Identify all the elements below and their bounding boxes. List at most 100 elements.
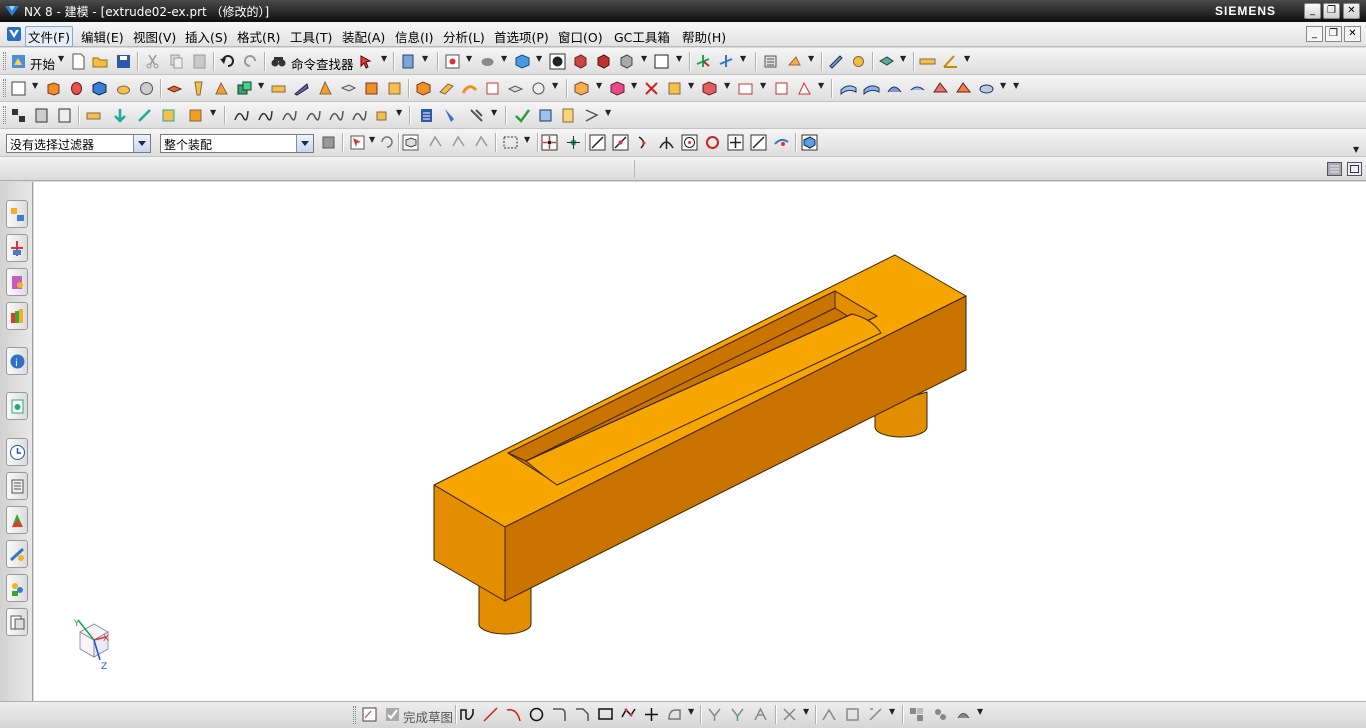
touch-mode-icon[interactable] <box>400 53 417 70</box>
report-icon[interactable] <box>560 107 577 124</box>
snap-settings-icon[interactable] <box>565 134 582 151</box>
menu-help[interactable]: 帮助(H) <box>679 26 729 47</box>
wcs-icon[interactable] <box>695 53 712 70</box>
revolve-icon[interactable] <box>68 80 85 97</box>
curve-icon-6[interactable] <box>351 107 368 124</box>
close-button[interactable]: ✕ <box>1343 3 1360 19</box>
hole-icon[interactable] <box>190 80 207 97</box>
sync-modeling-icon[interactable] <box>573 80 590 97</box>
toolbar-overflow-arrow[interactable]: ▼ <box>1353 145 1359 154</box>
component-filter-icon[interactable] <box>320 134 337 151</box>
snap-quadrant-icon[interactable] <box>704 134 721 151</box>
snap-point-on-icon[interactable] <box>541 134 558 151</box>
new-file-icon[interactable] <box>70 53 87 70</box>
snap-point-on-surface-icon[interactable] <box>773 134 790 151</box>
edit-object-display-icon[interactable] <box>827 53 844 70</box>
menu-file[interactable]: 文件(F) <box>25 26 73 47</box>
scope-filter-select[interactable]: 整个装配 <box>160 134 314 153</box>
doc-close-button[interactable]: ✕ <box>1344 26 1361 42</box>
start-dropdown-arrow[interactable]: ▼ <box>58 54 64 63</box>
menu-assembly[interactable]: 装配(A) <box>339 26 388 47</box>
fit-view-icon[interactable] <box>444 53 461 70</box>
manufacturing-wizards-tab[interactable] <box>6 540 28 568</box>
show-hide-icon[interactable] <box>850 53 867 70</box>
draft-icon[interactable] <box>363 80 380 97</box>
unite-icon[interactable] <box>166 80 183 97</box>
rectangle-select-icon[interactable] <box>502 134 519 151</box>
offset-face-icon[interactable] <box>270 80 287 97</box>
sphere-icon[interactable] <box>138 80 155 97</box>
select-feature-icon[interactable] <box>349 134 366 151</box>
expression-icon[interactable] <box>418 107 435 124</box>
curve-icon-4[interactable] <box>305 107 322 124</box>
trim-sheet-icon[interactable] <box>955 80 972 97</box>
save-icon[interactable] <box>115 53 132 70</box>
replace-face-icon[interactable] <box>666 80 683 97</box>
toolbar-grip[interactable] <box>3 52 6 70</box>
extruded-part-model[interactable] <box>433 254 967 635</box>
full-screen-icon[interactable] <box>1347 162 1362 176</box>
orient-view-cube-icon[interactable] <box>514 53 531 70</box>
show-all-constraints-icon[interactable] <box>844 706 861 723</box>
sweep-icon[interactable] <box>461 80 478 97</box>
chamfer-sketch-icon[interactable] <box>574 706 591 723</box>
layer-settings-icon[interactable] <box>762 53 779 70</box>
through-curves-icon[interactable] <box>863 80 880 97</box>
sew-icon[interactable] <box>415 80 432 97</box>
alternate-solution-icon[interactable] <box>955 706 972 723</box>
wcs-orient-icon[interactable] <box>718 53 735 70</box>
arc-icon[interactable] <box>505 706 522 723</box>
cut-icon[interactable] <box>144 53 161 70</box>
wireframe-icon[interactable] <box>618 53 635 70</box>
extrude-icon[interactable] <box>45 80 62 97</box>
scope-filter-dropdown-icon[interactable] <box>296 135 313 152</box>
snap-arc-center-icon[interactable] <box>681 134 698 151</box>
sketch-relations-icon[interactable] <box>932 706 949 723</box>
curve-icon-3[interactable] <box>281 107 298 124</box>
menu-view[interactable]: 视图(V) <box>130 26 179 47</box>
selection-tools-icon[interactable] <box>358 53 375 70</box>
quick-extend-icon[interactable] <box>729 706 746 723</box>
type-filter-select[interactable]: 没有选择过滤器 <box>6 134 151 153</box>
curve-icon-5[interactable] <box>328 107 345 124</box>
process-studio-tab[interactable] <box>6 506 28 534</box>
snap-intersection-icon[interactable] <box>658 134 675 151</box>
constraint-icon[interactable] <box>160 107 177 124</box>
undo-icon[interactable] <box>219 53 236 70</box>
render-style-icon[interactable] <box>549 53 566 70</box>
feature-playback-icon[interactable] <box>468 107 485 124</box>
shaded-icon[interactable] <box>595 53 612 70</box>
reuse-library-tab[interactable] <box>6 302 28 330</box>
tube-icon[interactable] <box>484 80 501 97</box>
constraints-icon[interactable] <box>781 706 798 723</box>
shaded-edges-icon[interactable] <box>572 53 589 70</box>
shell-icon[interactable] <box>340 80 357 97</box>
mate-component-icon[interactable] <box>85 107 102 124</box>
command-finder-button[interactable]: 命令查找器 <box>291 54 354 73</box>
system-scenes-tab[interactable] <box>6 608 28 636</box>
part-navigator-tab[interactable] <box>6 268 28 296</box>
sketch-task-icon[interactable] <box>361 706 378 723</box>
snap-point-on-curve-icon[interactable] <box>750 134 767 151</box>
assembly-navigator-tab[interactable] <box>6 200 28 228</box>
rotate-view-icon[interactable] <box>479 53 496 70</box>
web-browser-tab[interactable] <box>6 392 28 420</box>
measure-distance-icon[interactable] <box>919 53 936 70</box>
wave-geometry-icon[interactable] <box>187 107 204 124</box>
copy-icon[interactable] <box>168 53 185 70</box>
studio-surface-icon[interactable] <box>886 80 903 97</box>
select-body-icon[interactable] <box>402 134 419 151</box>
menu-format[interactable]: 格式(R) <box>234 26 283 47</box>
doc-minimize-button[interactable]: _ <box>1306 26 1323 42</box>
check-geometry-icon[interactable] <box>514 107 531 124</box>
type-filter-dropdown-icon[interactable] <box>133 135 150 152</box>
ruled-surface-icon[interactable] <box>909 80 926 97</box>
block-icon[interactable] <box>91 80 108 97</box>
maximize-button[interactable]: ❐ <box>1323 3 1340 19</box>
hide-icon[interactable] <box>878 53 895 70</box>
add-component-icon[interactable] <box>33 107 50 124</box>
menu-gc-toolbox[interactable]: GC工具箱 <box>611 26 673 47</box>
move-to-layer-icon[interactable] <box>786 53 803 70</box>
paste-icon[interactable] <box>191 53 208 70</box>
menu-analysis[interactable]: 分析(L) <box>440 26 488 47</box>
